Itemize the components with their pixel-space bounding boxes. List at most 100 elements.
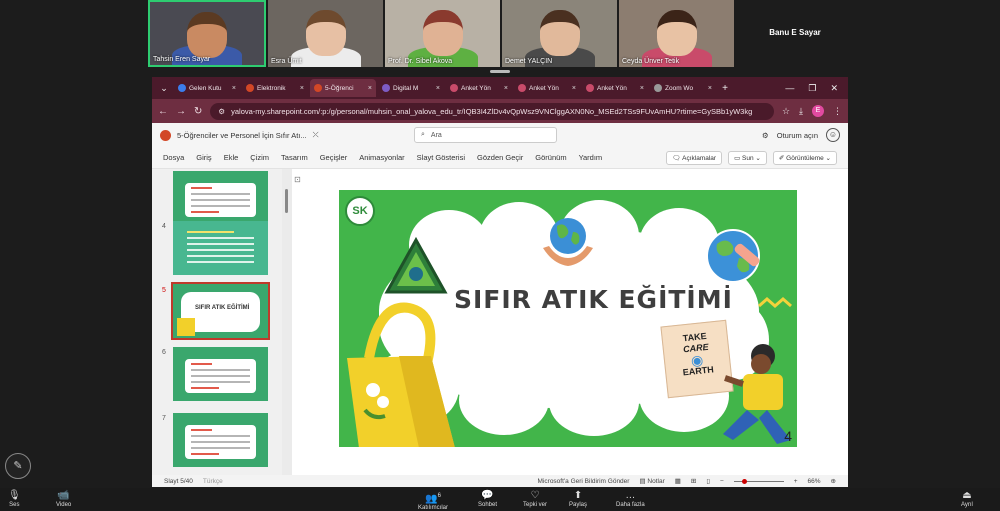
ribbon-tab[interactable]: Görünüm [535, 153, 566, 162]
forward-arrow-icon[interactable]: → [176, 106, 186, 117]
meeting-ayrıl-button[interactable]: ⏏ Ayrıl [961, 490, 973, 508]
language-indicator[interactable]: Türkçe [203, 478, 223, 485]
sign-in-link[interactable]: Oturum açın [777, 131, 818, 140]
browser-menu-icon[interactable]: ⋮ [833, 106, 842, 117]
meeting-toolbar-icon: … [625, 490, 636, 501]
meeting-toolbar-icon: 💬 [481, 490, 494, 501]
browser-window: ⌄ Gelen Kutu × Elektronik × 5-Öğrenci × Digita… [152, 77, 848, 487]
meeting-ses-button[interactable]: 🎙 Ses [8, 490, 21, 508]
slide-thumbnail[interactable] [173, 171, 268, 225]
ribbon-tab[interactable]: Gözden Geçir [477, 153, 523, 162]
recycle-triangle-icon [384, 236, 448, 294]
tab-favicon-icon [314, 84, 322, 92]
comments-button[interactable]: 🗨 Açıklamalar [666, 150, 723, 165]
zoom-in-icon[interactable]: + [794, 478, 798, 485]
browser-tab[interactable]: Anket Yön × [446, 79, 512, 97]
current-slide[interactable]: SK SIFIR ATIK EĞİTİMİ TAKE CARE ◉ EARTH … [339, 190, 797, 447]
reading-view-icon[interactable]: ▯ [706, 477, 710, 485]
bookmark-star-icon[interactable]: ☆ [782, 106, 790, 117]
slide-thumbnail[interactable] [173, 221, 268, 275]
tab-close-icon[interactable]: × [232, 85, 236, 92]
participant-tile[interactable]: Tahsin Eren Sayar [148, 0, 266, 67]
participant-tile[interactable]: Prof. Dr. Sibel Akova [385, 0, 500, 67]
collapse-pane-icon[interactable]: ⊡ [294, 175, 301, 184]
view-mode-button[interactable]: ✐ Görüntüleme ⌄ [772, 150, 837, 165]
zoom-level[interactable]: 66% [808, 478, 821, 485]
document-title[interactable]: 5-Öğrenciler ve Personel İçin Sıfır Atı.… [177, 131, 307, 140]
restore-icon[interactable]: ❐ [808, 83, 816, 94]
participant-tile[interactable]: Esra Ümit [268, 0, 383, 67]
slide-thumbnail[interactable] [173, 347, 268, 401]
annotate-pen-icon[interactable]: ✎ [5, 453, 31, 479]
normal-view-icon[interactable]: ▦ [675, 477, 681, 485]
settings-gear-icon[interactable]: ⚙ [762, 131, 769, 140]
new-tab-icon[interactable]: + [718, 83, 732, 94]
feedback-link[interactable]: Microsoft'a Geri Bildirim Gönder [538, 478, 630, 485]
slide-canvas[interactable]: ⊡ SK SIFIR ATIK EĞİTİMİ TAKE CARE ◉ EART… [292, 169, 848, 475]
meeting-katılımcılar-button[interactable]: 👥6 Katılımcılar [418, 490, 448, 511]
slide-sorter-icon[interactable]: ⊞ [691, 477, 696, 485]
ribbon-tab[interactable]: Dosya [163, 153, 184, 162]
meeting-toolbar-label: Paylaş [569, 502, 588, 508]
ribbon-tab[interactable]: Geçişler [320, 153, 348, 162]
fit-slide-icon[interactable]: ⊕ [831, 477, 836, 485]
tab-close-icon[interactable]: × [640, 85, 644, 92]
reload-icon[interactable]: ↻ [194, 106, 202, 117]
zoom-slider[interactable] [733, 478, 784, 484]
participant-tile[interactable]: Ceyda Ünver Tetik [619, 0, 734, 67]
tab-close-icon[interactable]: × [300, 85, 304, 92]
meeting-video-button[interactable]: 📹 Video [56, 490, 71, 508]
ribbon-tab[interactable]: Ekle [224, 153, 239, 162]
tab-search-chevron-icon[interactable]: ⌄ [156, 83, 172, 94]
browser-tab[interactable]: Zoom Wo × [650, 79, 716, 97]
meeting-paylaş-button[interactable]: ⬆ Paylaş [569, 490, 587, 508]
ribbon-tab[interactable]: Giriş [196, 153, 211, 162]
meeting-daha-fazla-button[interactable]: … Daha fazla [616, 490, 645, 508]
zoom-out-icon[interactable]: − [720, 478, 724, 485]
ribbon-tab[interactable]: Tasarım [281, 153, 308, 162]
thumbnail-scrollbar[interactable] [285, 189, 288, 213]
browser-tab[interactable]: Elektronik × [242, 79, 308, 97]
participant-tile-no-video[interactable]: Banu E Sayar [736, 0, 854, 67]
meeting-tepki-ver-button[interactable]: ♡ Tepki ver [523, 490, 547, 508]
browser-tab[interactable]: Anket Yön × [582, 79, 648, 97]
participant-tile[interactable]: Demet YALÇIN [502, 0, 617, 67]
meeting-toolbar-label: Sohbet [478, 502, 498, 508]
ribbon-menu: Dosya Giriş Ekle Çizim Tasarım Geçişler Animas… [152, 147, 848, 169]
strip-drag-handle[interactable] [490, 70, 510, 73]
tab-close-icon[interactable]: × [572, 85, 576, 92]
ribbon-tab[interactable]: Slayt Gösterisi [417, 153, 465, 162]
browser-tab[interactable]: 5-Öğrenci × [310, 79, 376, 97]
slide-cloud-bump [549, 368, 639, 436]
url-field[interactable]: ⚙ yalova-my.sharepoint.com/:p:/g/persona… [210, 102, 774, 120]
search-input[interactable]: ⌕ Ara [414, 127, 557, 143]
browser-tab[interactable]: Gelen Kutu × [174, 79, 240, 97]
notes-button[interactable]: ▤ Notlar [639, 477, 664, 485]
powerpoint-logo-icon[interactable] [160, 129, 171, 141]
present-button[interactable]: ▭ Sun ⌄ [728, 150, 767, 165]
user-account-icon[interactable]: ☺ [826, 128, 840, 142]
meeting-sohbet-button[interactable]: 💬 Sohbet [478, 490, 497, 508]
child-illustration [723, 344, 791, 444]
ribbon-tab[interactable]: Yardım [579, 153, 603, 162]
back-arrow-icon[interactable]: ← [158, 106, 168, 117]
profile-avatar[interactable]: E [812, 105, 824, 117]
ribbon-tab[interactable]: Çizim [250, 153, 269, 162]
browser-tab[interactable]: Digital M × [378, 79, 444, 97]
window-close-icon[interactable]: ✕ [830, 83, 838, 94]
slide-thumbnail[interactable]: SIFIR ATIK EĞİTİMİ [171, 282, 270, 340]
minimize-icon[interactable]: — [785, 83, 794, 94]
tab-close-icon[interactable]: × [368, 85, 372, 92]
meeting-toolbar-icon: ⬆ [573, 490, 583, 501]
site-info-icon[interactable]: ⚙ [218, 107, 225, 116]
meeting-toolbar-icon: ⏏ [962, 490, 972, 501]
download-icon[interactable]: ⤓ [799, 106, 803, 117]
browser-tab[interactable]: Anket Yön × [514, 79, 580, 97]
ribbon-tab[interactable]: Animasyonlar [359, 153, 404, 162]
participant-video [539, 10, 580, 56]
slide-thumbnail[interactable] [173, 413, 268, 467]
tab-close-icon[interactable]: × [708, 85, 712, 92]
tab-close-icon[interactable]: × [504, 85, 508, 92]
tab-close-icon[interactable]: × [436, 85, 440, 92]
slide-counter: Slayt 5/40 [164, 477, 193, 485]
